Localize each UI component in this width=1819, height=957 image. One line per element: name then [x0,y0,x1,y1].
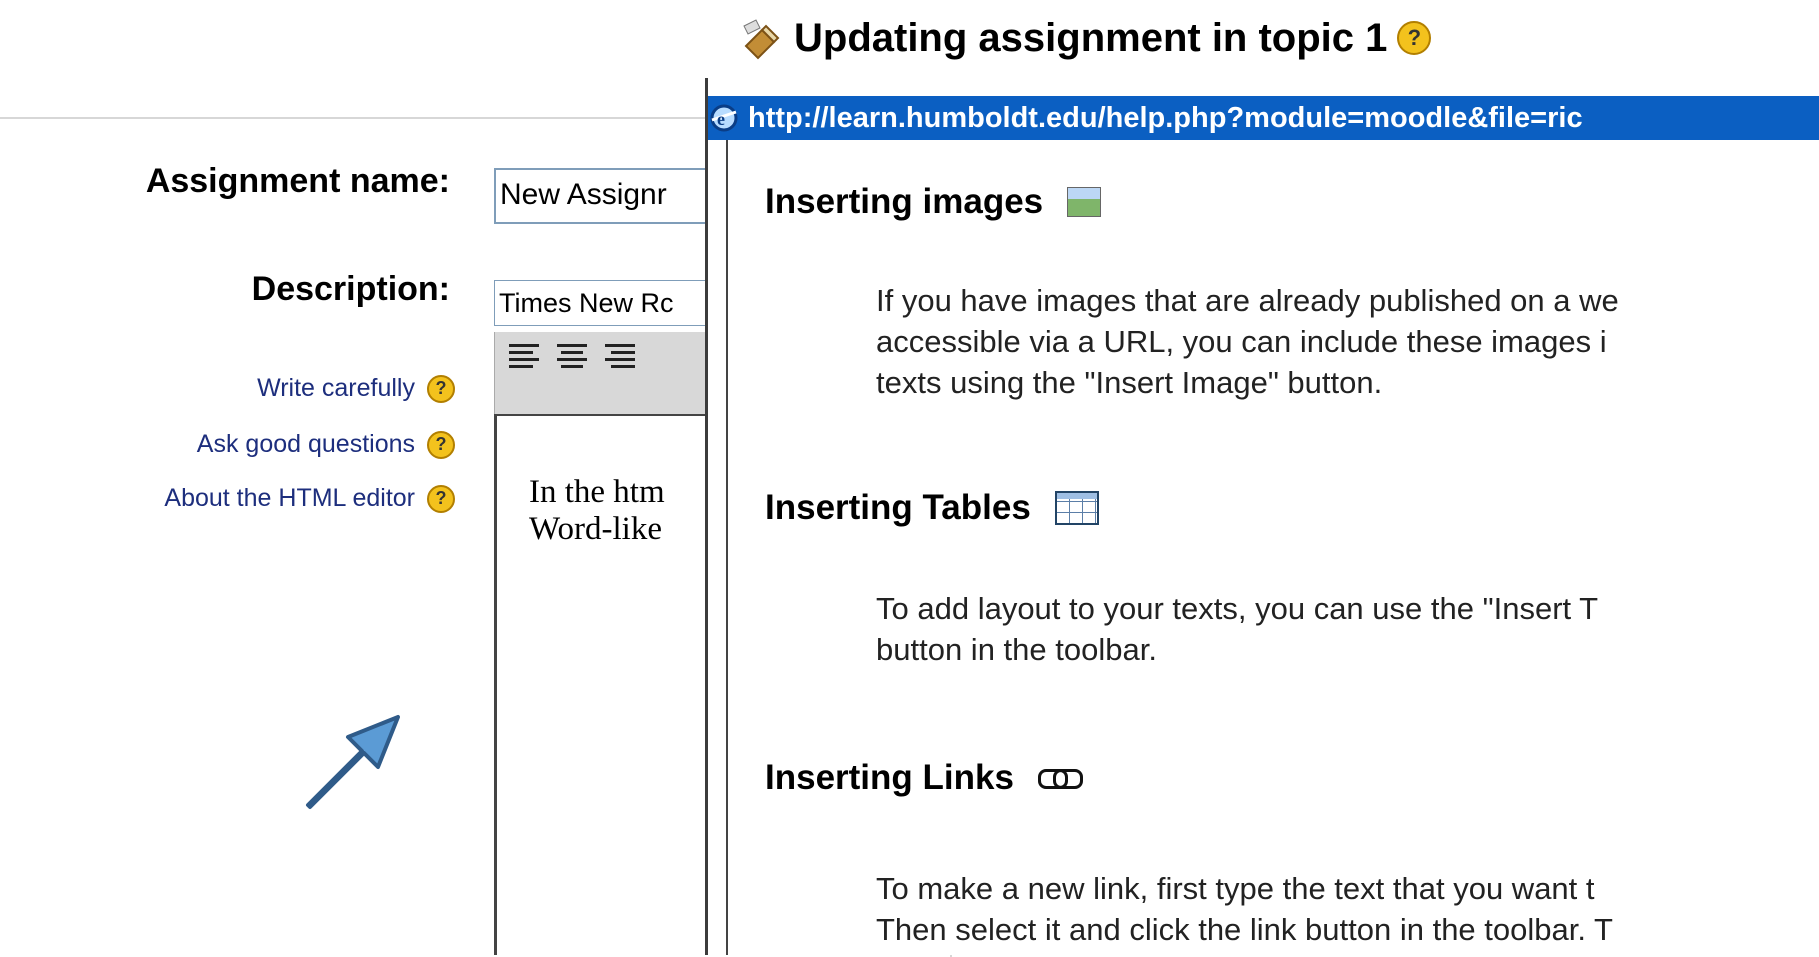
section-line: To make a new link, first type the text … [876,871,1595,906]
arrow-indicator [306,715,400,809]
help-link-ask-good-questions[interactable]: Ask good questions ? [197,430,455,459]
popup-url: http://learn.humboldt.edu/help.php?modul… [748,101,1583,134]
svg-text:e: e [717,109,725,129]
align-right-icon[interactable] [605,342,635,372]
popup-content [726,140,1819,955]
align-left-icon[interactable] [509,342,539,372]
help-link-label[interactable]: Ask good questions [197,430,415,459]
section-body-images: If you have images that are already publ… [876,280,1619,403]
popup-titlebar: e http://learn.humboldt.edu/help.php?mod… [708,96,1819,140]
edit-icon [743,19,780,60]
section-title-links: Inserting Links [765,758,1083,798]
section-line: accessible via a URL, you can include th… [876,324,1607,359]
description-label: Description: [251,270,450,308]
help-link-label[interactable]: About the HTML editor [164,484,415,513]
section-line: If you have images that are already publ… [876,283,1619,318]
assignment-name-label: Assignment name: [145,162,450,200]
help-link-write-carefully[interactable]: Write carefully ? [257,374,455,403]
section-title-images: Inserting images [765,182,1102,222]
section-body-tables: To add layout to your texts, you can use… [876,588,1598,670]
section-line: texts using the "Insert Image" button. [876,365,1383,400]
section-line: Then select it and click the link button… [876,912,1613,947]
help-icon[interactable]: ? [427,374,455,403]
help-link-about-html-editor[interactable]: About the HTML editor ? [164,484,455,513]
help-popup-window: e http://learn.humboldt.edu/help.php?mod… [705,78,1819,955]
page-header: Updating assignment in topic 1 ? [740,8,1432,68]
help-icon[interactable]: ? [427,430,455,459]
link-icon [1037,766,1083,790]
section-title-text: Inserting Tables [765,488,1031,527]
section-line: To add layout to your texts, you can use… [876,591,1599,626]
help-icon[interactable]: ? [427,484,455,513]
help-link-label[interactable]: Write carefully [257,374,415,403]
help-icon[interactable]: ? [1397,21,1432,55]
align-center-icon[interactable] [557,342,587,372]
section-title-tables: Inserting Tables [765,488,1099,528]
section-line: button in the toolbar. [876,632,1157,667]
section-title-text: Inserting images [765,182,1044,221]
image-icon [1067,187,1102,217]
table-icon [1054,491,1099,525]
section-title-text: Inserting Links [765,758,1014,797]
browser-icon: e [710,104,738,132]
page-title: Updating assignment in topic 1 [794,15,1388,60]
section-body-links: To make a new link, first type the text … [876,868,1613,950]
